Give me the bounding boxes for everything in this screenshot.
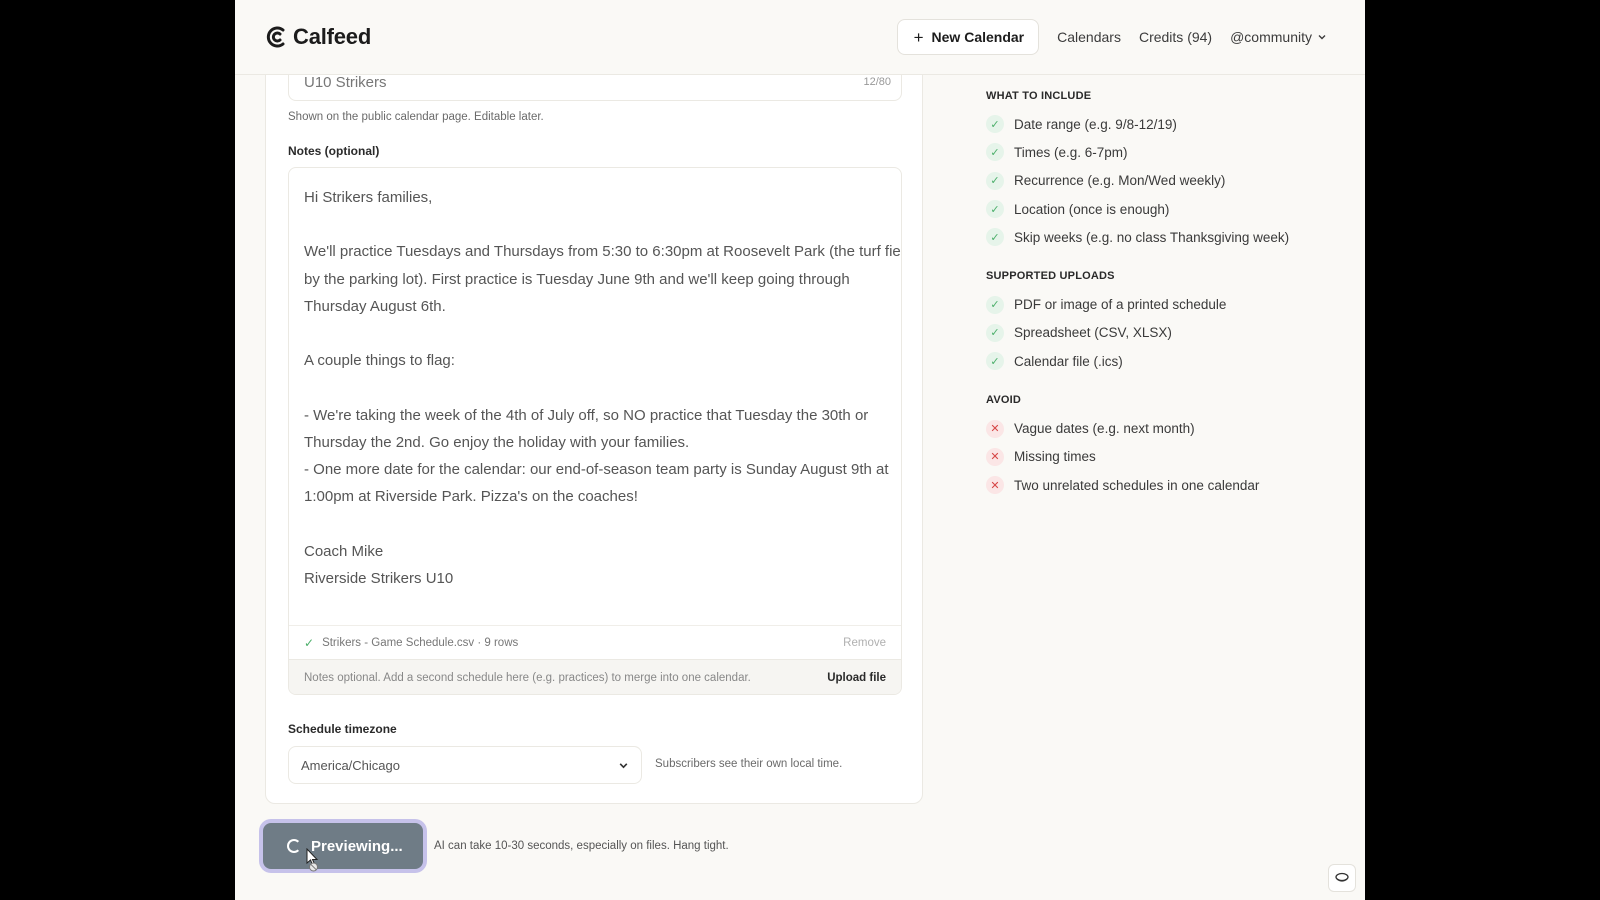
brand-logo[interactable]: Calfeed	[265, 24, 371, 50]
upload-item-text: PDF or image of a printed schedule	[1014, 297, 1227, 313]
uploads-heading: SUPPORTED UPLOADS	[986, 270, 1115, 283]
include-item-text: Recurrence (e.g. Mon/Wed weekly)	[1014, 173, 1226, 189]
brand-name: Calfeed	[293, 24, 372, 49]
upload-row: Notes optional. Add a second schedule he…	[289, 659, 901, 694]
preview-button-label: Previewing...	[311, 837, 403, 855]
include-section: WHAT TO INCLUDE ✓ Date range (e.g. 9/8-12…	[986, 90, 1346, 251]
attached-file-row: ✓ Strikers - Game Schedule.csv · 9 rows …	[289, 625, 901, 659]
preview-button[interactable]: Previewing...	[263, 823, 423, 869]
check-icon: ✓	[986, 228, 1004, 247]
include-item-text: Times (e.g. 6-7pm)	[1014, 144, 1128, 160]
user-menu[interactable]: @community	[1230, 29, 1327, 45]
include-item: ✓ Date range (e.g. 9/8-12/19)	[986, 110, 1346, 138]
include-item-text: Skip weeks (e.g. no class Thanksgiving w…	[1014, 229, 1290, 245]
include-item: ✓ Skip weeks (e.g. no class Thanksgiving …	[986, 223, 1346, 251]
include-item: ✓ Location (once is enough)	[986, 195, 1346, 223]
x-icon: ✕	[986, 419, 1004, 438]
calfeed-logo-icon	[266, 26, 285, 48]
timezone-select[interactable]: America/Chicago	[288, 746, 642, 784]
x-icon: ✕	[986, 476, 1004, 495]
calendar-name-helper: Shown on the public calendar page. Edita…	[288, 111, 544, 123]
avoid-item-text: Two unrelated schedules in one calendar	[1014, 477, 1260, 493]
calendar-name-value: U10 Strikers	[304, 74, 387, 91]
upload-item: ✓ Spreadsheet (CSV, XLSX)	[986, 319, 1346, 347]
user-name: @community	[1230, 29, 1312, 45]
upload-hint: Notes optional. Add a second schedule he…	[304, 672, 751, 684]
mouse-cursor-icon	[306, 848, 319, 872]
attached-file-name: Strikers - Game Schedule.csv · 9 rows	[322, 636, 519, 649]
top-header: Calfeed + New Calendar Calendars Credits…	[235, 0, 1365, 75]
timezone-hint: Subscribers see their own local time.	[655, 758, 843, 770]
check-icon: ✓	[986, 352, 1004, 371]
notes-box: Hi Strikers families, We'll practice Tue…	[288, 167, 902, 695]
calendar-name-char-count: 12/80	[863, 76, 891, 88]
avoid-section: AVOID ✕ Vague dates (e.g. next month) ✕ Mi…	[986, 394, 1346, 499]
loading-spinner-icon	[287, 839, 301, 853]
upload-item-text: Calendar file (.ics)	[1014, 353, 1123, 369]
avoid-item: ✕ Two unrelated schedules in one calendar	[986, 471, 1346, 499]
chevron-down-icon	[619, 762, 628, 768]
notes-textarea[interactable]: Hi Strikers families, We'll practice Tue…	[304, 184, 901, 592]
nav-credits[interactable]: Credits (94)	[1139, 29, 1212, 45]
timezone-value: America/Chicago	[301, 757, 400, 773]
new-calendar-button[interactable]: + New Calendar	[896, 19, 1040, 55]
file-check-icon: ✓	[304, 635, 315, 650]
chat-icon	[1335, 872, 1349, 882]
notes-label: Notes (optional)	[288, 144, 380, 158]
check-icon: ✓	[986, 295, 1004, 314]
avoid-heading: AVOID	[986, 394, 1022, 407]
include-item: ✓ Times (e.g. 6-7pm)	[986, 138, 1346, 166]
include-heading: WHAT TO INCLUDE	[986, 90, 1092, 102]
upload-item-text: Spreadsheet (CSV, XLSX)	[1014, 325, 1172, 341]
upload-item: ✓ Calendar file (.ics)	[986, 347, 1346, 375]
avoid-item: ✕ Vague dates (e.g. next month)	[986, 414, 1346, 442]
remove-file-button[interactable]: Remove	[843, 637, 886, 649]
tips-panel: WHAT TO INCLUDE ✓ Date range (e.g. 9/8-12…	[986, 90, 1346, 518]
nav-calendars[interactable]: Calendars	[1057, 29, 1121, 45]
check-icon: ✓	[986, 171, 1004, 190]
chat-widget-button[interactable]	[1328, 864, 1356, 892]
new-calendar-label: New Calendar	[931, 29, 1025, 45]
check-icon: ✓	[986, 323, 1004, 342]
avoid-item-text: Missing times	[1014, 449, 1096, 465]
check-icon: ✓	[986, 200, 1004, 219]
upload-item: ✓ PDF or image of a printed schedule	[986, 290, 1346, 318]
avoid-item-text: Vague dates (e.g. next month)	[1014, 421, 1195, 437]
include-item-text: Date range (e.g. 9/8-12/19)	[1014, 116, 1177, 132]
x-icon: ✕	[986, 447, 1004, 466]
avoid-item: ✕ Missing times	[986, 443, 1346, 471]
preview-hint: AI can take 10-30 seconds, especially on…	[434, 840, 729, 852]
calendar-form-card: U10 Strikers 12/80 Shown on the public c…	[265, 60, 923, 804]
top-nav: + New Calendar Calendars Credits (94) @c…	[896, 19, 1327, 55]
include-item-text: Location (once is enough)	[1014, 201, 1170, 217]
check-icon: ✓	[986, 143, 1004, 162]
upload-file-button[interactable]: Upload file	[827, 672, 886, 684]
timezone-label: Schedule timezone	[288, 722, 397, 736]
check-icon: ✓	[986, 115, 1004, 134]
uploads-section: SUPPORTED UPLOADS ✓ PDF or image of a pri…	[986, 270, 1346, 375]
plus-icon: +	[913, 27, 924, 47]
chevron-down-icon	[1318, 35, 1326, 40]
app-window: Calfeed + New Calendar Calendars Credits…	[235, 0, 1365, 900]
include-item: ✓ Recurrence (e.g. Mon/Wed weekly)	[986, 167, 1346, 195]
